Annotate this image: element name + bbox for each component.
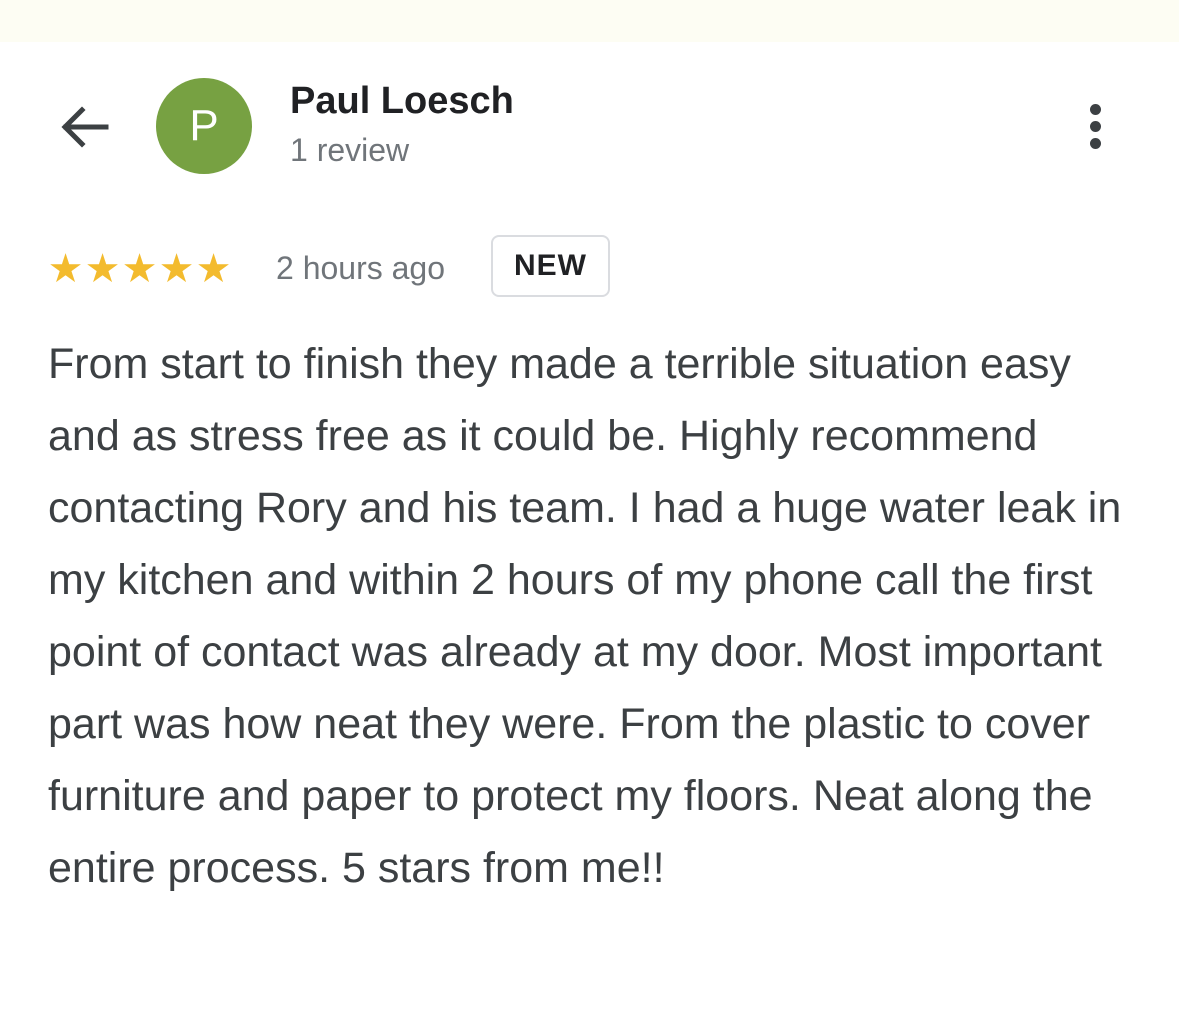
author-name[interactable]: Paul Loesch — [290, 80, 514, 123]
new-badge: NEW — [491, 235, 610, 297]
back-button[interactable] — [54, 100, 114, 154]
star-icon: ★ — [121, 246, 158, 292]
review-count: 1 review — [290, 132, 410, 168]
star-icon: ★ — [47, 246, 84, 292]
review-text: From start to finish they made a terribl… — [48, 340, 1122, 892]
avatar-letter: P — [189, 101, 219, 150]
star-icon: ★ — [84, 246, 121, 292]
avatar[interactable]: P — [156, 78, 252, 174]
star-icon: ★ — [195, 246, 232, 292]
star-icon: ★ — [158, 246, 195, 292]
review-time: 2 hours ago — [276, 250, 446, 286]
more-vertical-icon — [1089, 137, 1101, 149]
arrow-back-icon — [61, 106, 109, 148]
top-strip — [0, 0, 1179, 42]
more-options-button[interactable] — [1072, 96, 1118, 156]
star-rating: ★ ★ ★ ★ ★ — [47, 246, 232, 292]
more-vertical-icon — [1089, 103, 1101, 115]
more-vertical-icon — [1089, 120, 1101, 132]
review-page: P Paul Loesch 1 review ★ ★ ★ ★ ★ 2 hours… — [0, 0, 1179, 1018]
